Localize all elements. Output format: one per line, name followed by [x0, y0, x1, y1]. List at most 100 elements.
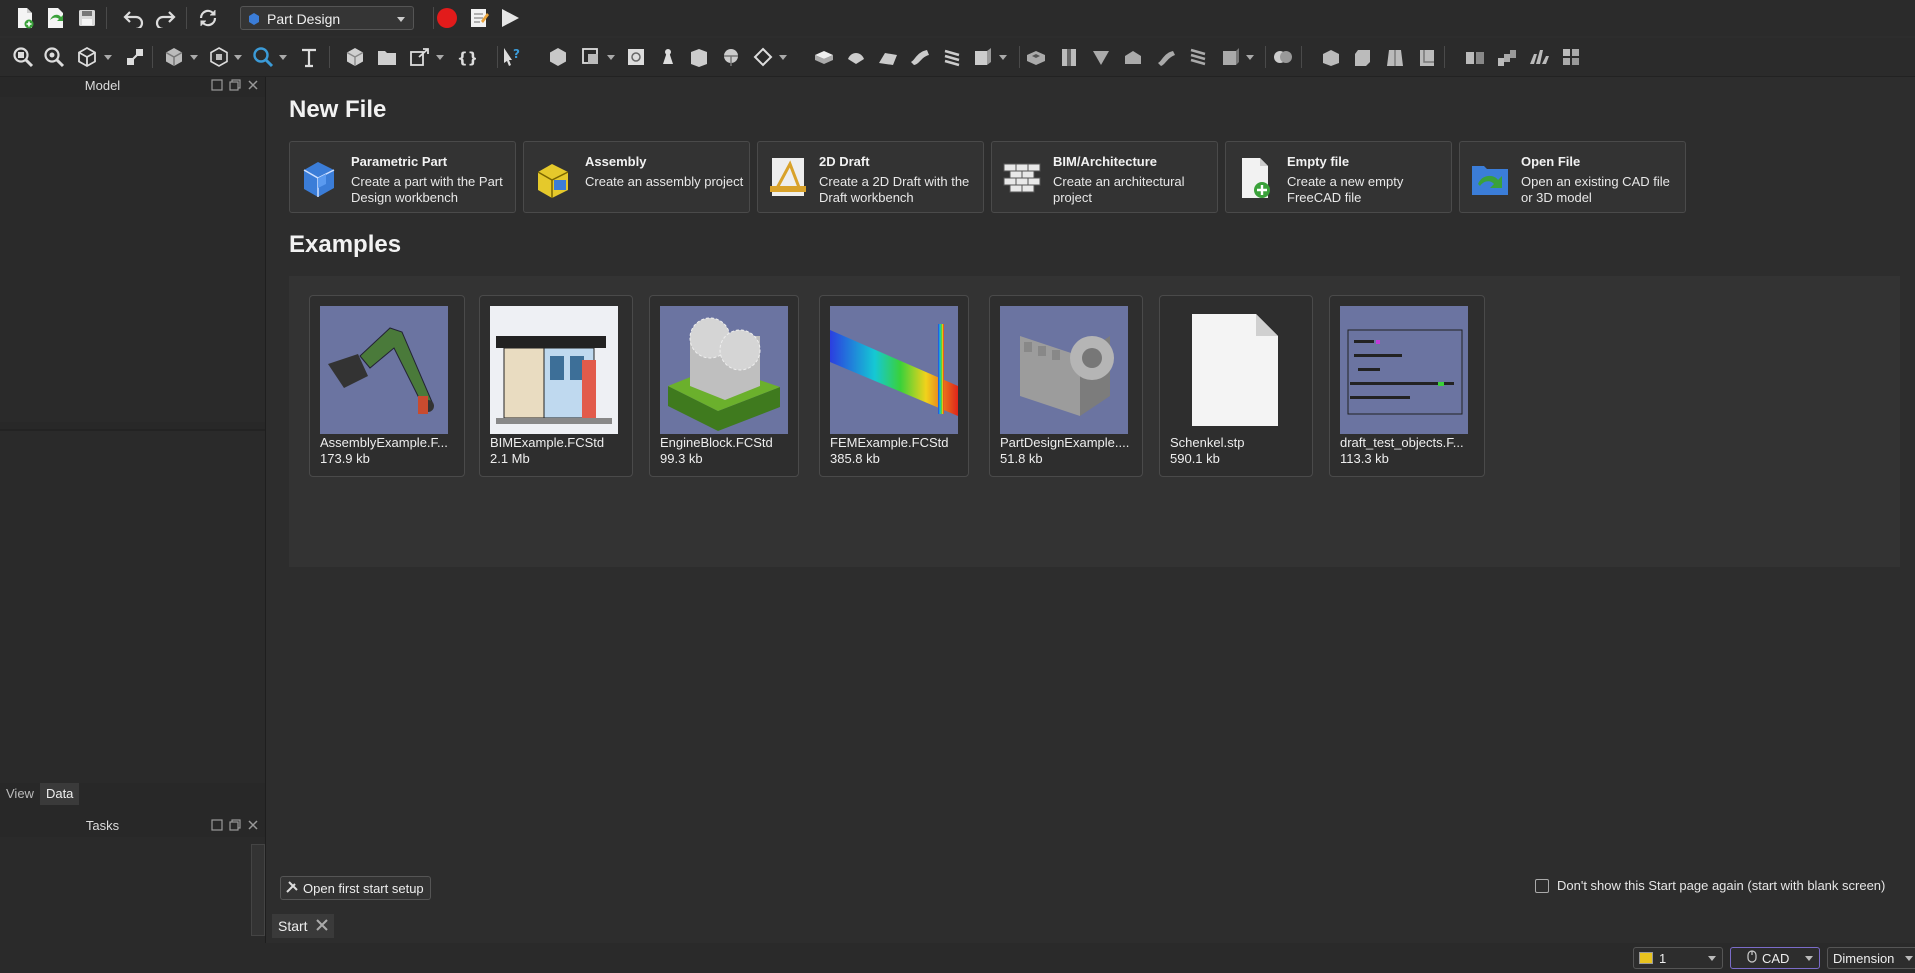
mirrored-icon[interactable]: [1462, 44, 1488, 70]
standard-views-icon[interactable]: [74, 44, 100, 70]
create-part-icon[interactable]: [342, 44, 368, 70]
create-group-icon[interactable]: [374, 44, 400, 70]
pad-icon[interactable]: [811, 44, 837, 70]
new-assembly-card[interactable]: Assembly Create an assembly project: [523, 141, 750, 213]
open-document-icon[interactable]: [43, 5, 69, 31]
layer-selector[interactable]: 1: [1633, 947, 1723, 969]
whats-this-icon[interactable]: ?: [499, 44, 525, 70]
subtractive-loft-icon[interactable]: [1120, 44, 1146, 70]
example-card[interactable]: draft_test_objects.F... 113.3 kb: [1329, 295, 1485, 477]
additive-helix-icon[interactable]: [939, 44, 965, 70]
link-icon[interactable]: [407, 44, 433, 70]
record-macro-icon[interactable]: [434, 5, 460, 31]
chevron-down-icon[interactable]: [607, 55, 615, 60]
additive-pipe-icon[interactable]: [907, 44, 933, 70]
first-start-label: Open first start setup: [303, 880, 424, 896]
datum-point-icon[interactable]: [655, 44, 681, 70]
chevron-down-icon[interactable]: [234, 55, 242, 60]
fit-all-icon[interactable]: [10, 44, 36, 70]
card-title: BIM/Architecture: [1053, 154, 1158, 169]
navigation-style-selector[interactable]: CAD: [1730, 947, 1820, 969]
chevron-down-icon[interactable]: [436, 55, 444, 60]
workbench-selector[interactable]: Part Design: [240, 6, 414, 30]
chevron-down-icon[interactable]: [190, 55, 198, 60]
save-icon[interactable]: [74, 5, 100, 31]
toolbar-separator: [1019, 46, 1020, 68]
draft-icon: [768, 156, 808, 200]
dimension-selector[interactable]: Dimension: [1827, 947, 1915, 969]
zoom-icon[interactable]: [250, 44, 276, 70]
tab-data[interactable]: Data: [39, 783, 80, 805]
new-2d-draft-card[interactable]: 2D Draft Create a 2D Draft with the Draf…: [757, 141, 984, 213]
multi-transform-icon[interactable]: [1558, 44, 1584, 70]
tasks-scrollbar[interactable]: [251, 844, 265, 936]
draw-style-icon[interactable]: [161, 44, 187, 70]
close-icon[interactable]: [315, 918, 328, 934]
redo-icon[interactable]: [152, 5, 178, 31]
undo-icon[interactable]: [121, 5, 147, 31]
chamfer-icon[interactable]: [1350, 44, 1376, 70]
execute-macro-icon[interactable]: [497, 5, 523, 31]
thickness-icon[interactable]: [1414, 44, 1440, 70]
new-parametric-part-card[interactable]: Parametric Part Create a part with the P…: [289, 141, 516, 213]
float-icon[interactable]: [211, 79, 223, 91]
chevron-down-icon[interactable]: [1246, 55, 1254, 60]
measure-distance-icon[interactable]: [296, 44, 322, 70]
additive-primitive-icon[interactable]: [970, 44, 996, 70]
checkbox-box[interactable]: [1535, 878, 1549, 893]
dimension-value: Dimension: [1833, 950, 1895, 966]
part-design-example-thumbnail: [1000, 306, 1128, 434]
tab-start[interactable]: Start: [272, 914, 334, 938]
example-card[interactable]: EngineBlock.FCStd 99.3 kb: [649, 295, 799, 477]
new-document-icon[interactable]: [12, 5, 38, 31]
shape-binder-icon[interactable]: [578, 44, 604, 70]
clone-icon[interactable]: [750, 44, 776, 70]
close-icon[interactable]: [247, 79, 259, 91]
groove-icon[interactable]: [1088, 44, 1114, 70]
datum-plane-icon[interactable]: [686, 44, 712, 70]
example-card[interactable]: Schenkel.stp 590.1 kb: [1159, 295, 1313, 477]
hole-icon[interactable]: [1056, 44, 1082, 70]
polar-pattern-icon[interactable]: [1526, 44, 1552, 70]
chevron-down-icon[interactable]: [779, 55, 787, 60]
open-first-start-setup-button[interactable]: Open first start setup: [280, 876, 431, 900]
fillet-icon[interactable]: [1318, 44, 1344, 70]
sketch-icon[interactable]: [623, 44, 649, 70]
chevron-down-icon[interactable]: [279, 55, 287, 60]
new-bim-card[interactable]: BIM/Architecture Create an architectural…: [991, 141, 1218, 213]
open-file-card[interactable]: Open File Open an existing CAD file or 3…: [1459, 141, 1686, 213]
body-icon[interactable]: [545, 44, 571, 70]
additive-loft-icon[interactable]: [875, 44, 901, 70]
local-coordinate-system-icon[interactable]: [718, 44, 744, 70]
undock-icon[interactable]: [229, 819, 241, 831]
example-card[interactable]: AssemblyExample.F... 173.9 kb: [309, 295, 465, 477]
close-icon[interactable]: [247, 819, 259, 831]
draft-feature-icon[interactable]: [1382, 44, 1408, 70]
view-measure-icon[interactable]: [122, 44, 148, 70]
macros-icon[interactable]: [466, 5, 492, 31]
fit-selection-icon[interactable]: [41, 44, 67, 70]
property-view[interactable]: [0, 429, 265, 783]
example-filename: FEMExample.FCStd: [830, 435, 949, 450]
dont-show-start-page-checkbox[interactable]: Don't show this Start page again (start …: [1535, 878, 1885, 893]
variable-set-icon[interactable]: {}: [452, 44, 478, 70]
pocket-icon[interactable]: [1023, 44, 1049, 70]
refresh-icon[interactable]: [195, 5, 221, 31]
example-card[interactable]: BIMExample.FCStd 2.1 Mb: [479, 295, 633, 477]
subtractive-primitive-icon[interactable]: [1218, 44, 1244, 70]
bounding-box-icon[interactable]: [206, 44, 232, 70]
subtractive-helix-icon[interactable]: [1185, 44, 1211, 70]
example-card[interactable]: FEMExample.FCStd 385.8 kb: [819, 295, 969, 477]
example-card[interactable]: PartDesignExample.... 51.8 kb: [989, 295, 1143, 477]
model-tree[interactable]: [0, 97, 265, 422]
chevron-down-icon[interactable]: [104, 55, 112, 60]
subtractive-pipe-icon[interactable]: [1153, 44, 1179, 70]
boolean-icon[interactable]: [1270, 44, 1296, 70]
float-icon[interactable]: [211, 819, 223, 831]
linear-pattern-icon[interactable]: [1494, 44, 1520, 70]
new-empty-file-card[interactable]: Empty file Create a new empty FreeCAD fi…: [1225, 141, 1452, 213]
tab-view[interactable]: View: [0, 783, 40, 805]
chevron-down-icon[interactable]: [999, 55, 1007, 60]
revolution-icon[interactable]: [843, 44, 869, 70]
undock-icon[interactable]: [229, 79, 241, 91]
